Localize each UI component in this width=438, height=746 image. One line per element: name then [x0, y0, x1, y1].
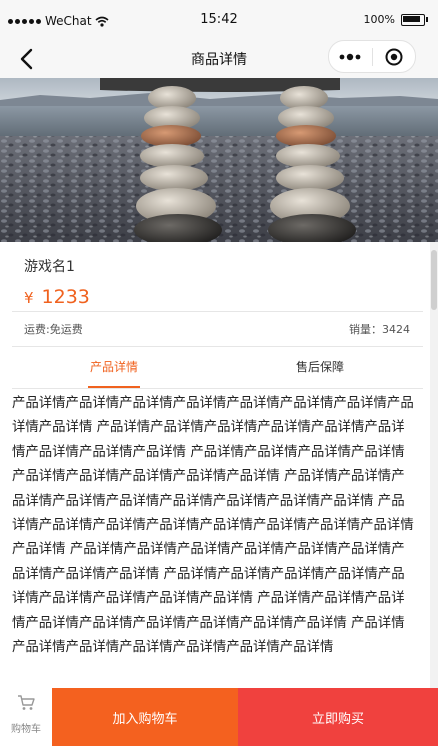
nav-bar: 商品详情: [0, 40, 438, 78]
battery-percent: 100%: [363, 13, 395, 26]
divider: [12, 311, 423, 312]
close-button[interactable]: [373, 41, 416, 72]
cart-label: 购物车: [11, 724, 41, 735]
cart-button[interactable]: 购物车: [0, 688, 52, 746]
more-button[interactable]: [329, 41, 372, 72]
tab-product-detail[interactable]: 产品详情: [88, 346, 140, 388]
battery-nub: [426, 17, 428, 22]
shipping-fee: 运费:免运费: [24, 323, 83, 336]
add-to-cart-button[interactable]: 加入购物车: [52, 688, 238, 746]
product-image: [0, 78, 438, 242]
battery-icon: [401, 13, 425, 26]
product-name: 游戏名1: [24, 259, 75, 275]
divider: [12, 388, 423, 389]
detail-tabs: 产品详情 售后保障: [12, 346, 423, 388]
product-detail-text: 产品详情产品详情产品详情产品详情产品详情产品详情产品详情产品详情产品详情 产品详…: [12, 396, 414, 656]
capsule-menu: [328, 40, 416, 73]
stone-stack-photo: [0, 78, 438, 242]
sales-count: 销量：3424: [349, 323, 410, 336]
more-dots-icon: [339, 53, 361, 60]
cart-icon: [18, 695, 35, 710]
buy-now-button[interactable]: 立即购买: [238, 688, 438, 746]
close-target-icon: [385, 48, 403, 65]
price-value: 1233: [41, 286, 90, 308]
scrollbar-thumb[interactable]: [431, 250, 437, 310]
status-bar: WeChat 15:42 100%: [0, 0, 438, 40]
status-right: 100%: [364, 13, 428, 26]
product-price: ¥1233: [24, 286, 90, 308]
bottom-action-bar: 购物车 加入购物车 立即购买: [0, 688, 438, 746]
tab-after-sales[interactable]: 售后保障: [294, 346, 346, 388]
currency-symbol: ¥: [24, 289, 34, 307]
